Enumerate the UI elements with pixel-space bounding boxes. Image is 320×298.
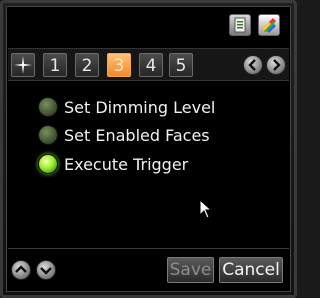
- star-icon: [14, 56, 32, 74]
- status-led-icon: [38, 97, 58, 117]
- tab-1[interactable]: 1: [43, 53, 67, 77]
- tab-4[interactable]: 4: [139, 53, 163, 77]
- status-led-icon: [38, 154, 58, 174]
- chevron-up-icon[interactable]: [11, 260, 31, 280]
- chevron-right-icon[interactable]: [266, 55, 286, 75]
- list-item-label: Execute Trigger: [64, 154, 189, 174]
- list-item[interactable]: Set Enabled Faces: [38, 122, 210, 148]
- palette-icon[interactable]: [258, 14, 280, 36]
- tab-2[interactable]: 2: [75, 53, 99, 77]
- cancel-button[interactable]: Cancel: [219, 257, 283, 283]
- tab-all[interactable]: [11, 53, 35, 77]
- status-led-icon: [38, 125, 58, 145]
- chevron-down-icon[interactable]: [36, 260, 56, 280]
- tab-5[interactable]: 5: [169, 53, 193, 77]
- tab-3[interactable]: 3: [107, 53, 131, 77]
- save-button[interactable]: Save: [167, 257, 214, 283]
- list-item[interactable]: Set Dimming Level: [38, 94, 215, 120]
- list-item[interactable]: Execute Trigger: [38, 151, 188, 177]
- list-item-label: Set Dimming Level: [64, 97, 216, 117]
- mouse-cursor-icon: [199, 199, 213, 219]
- document-icon[interactable]: [229, 14, 251, 36]
- chevron-left-icon[interactable]: [243, 55, 263, 75]
- list-item-label: Set Enabled Faces: [64, 125, 210, 145]
